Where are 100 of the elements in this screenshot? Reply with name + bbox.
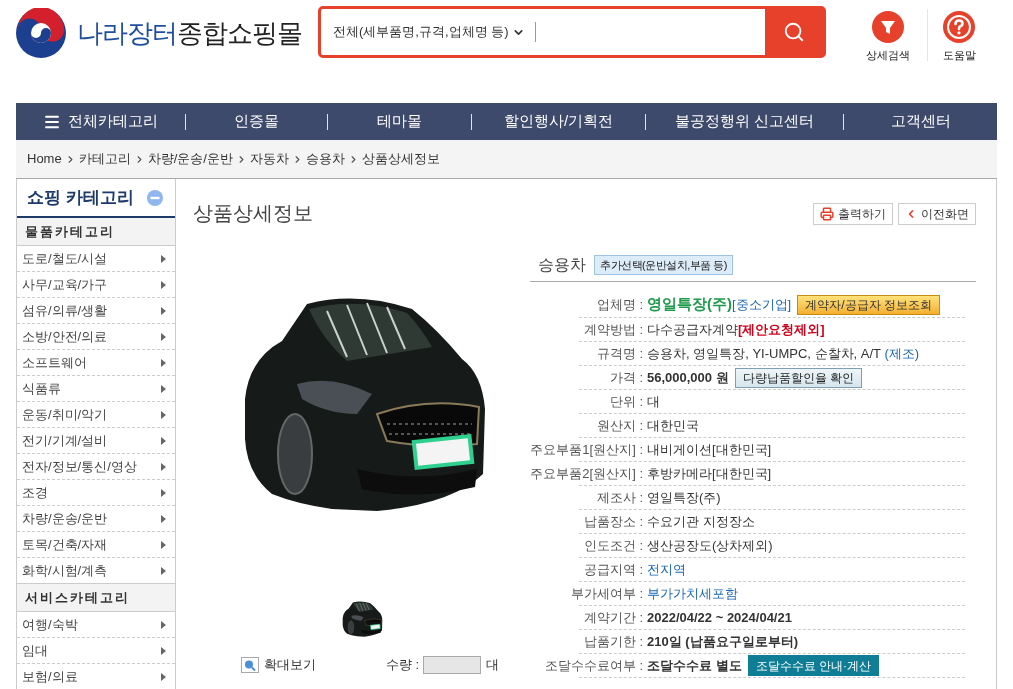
help-icon[interactable] — [943, 11, 975, 43]
triangle-right-icon — [161, 488, 166, 497]
field-label: 규격명 : — [595, 344, 644, 363]
breadcrumb-link[interactable]: 승용차 — [305, 149, 345, 169]
field-value: 전지역 — [647, 560, 686, 579]
breadcrumb-link[interactable]: Home — [27, 149, 62, 169]
triangle-right-icon — [161, 540, 166, 549]
sidebar-item[interactable]: 운동/취미/악기 — [17, 402, 175, 428]
field-button[interactable]: 조달수수료 안내·계산 — [747, 655, 879, 676]
nav-link[interactable]: 테마몰 — [377, 110, 423, 133]
field-value: 승용차, 영일특장, YI-UMPC, 순찰차, A/T (제조) — [647, 344, 920, 363]
field-value: 영일특장(주)[중소기업] — [647, 294, 792, 315]
triangle-right-icon — [161, 646, 166, 655]
field-label: 납품기한 : — [582, 632, 644, 651]
field-label: 주요부품1[원산지] : — [530, 440, 644, 459]
sidebar-item[interactable]: 사무/교육/가구 — [17, 272, 175, 298]
magnifier-icon — [241, 656, 259, 673]
field-label: 주요부품2[원산지] : — [530, 464, 644, 483]
field-value: 210일 (납품요구일로부터) — [647, 632, 798, 651]
triangle-right-icon — [161, 254, 166, 263]
search-scope-dropdown[interactable]: 전체(세부품명,규격,업체명 등) — [321, 9, 525, 55]
breadcrumb-link[interactable]: 상품상세정보 — [361, 149, 440, 169]
triangle-right-icon — [161, 332, 166, 341]
breadcrumb-link[interactable]: 자동차 — [249, 149, 289, 169]
sidebar-item[interactable]: 전자/정보/통신/영상 — [17, 454, 175, 480]
field-label: 인도조건 : — [582, 536, 644, 555]
field-value: 후방카메라[대한민국] — [647, 464, 772, 483]
field-label: 업체명 : — [595, 295, 644, 314]
tool-label[interactable]: 상세검색 — [866, 47, 910, 64]
field-label: 부가세여부 : — [569, 584, 644, 603]
field-label: 공급지역 : — [582, 560, 644, 579]
action-button[interactable]: 이전화면 — [898, 203, 976, 225]
sidebar-item[interactable]: 식품류 — [17, 376, 175, 402]
field-label: 가격 : — [608, 368, 644, 387]
field-label: 계약기간 : — [582, 608, 644, 627]
nav-link[interactable]: 불공정행위 신고센터 — [674, 110, 815, 133]
sidebar-item[interactable]: 보험/의료 — [17, 664, 175, 689]
breadcrumb-link[interactable]: 차량/운송/운반 — [147, 149, 233, 169]
triangle-right-icon — [161, 280, 166, 289]
field-value: 부가가치세포함 — [647, 584, 738, 603]
sidebar-item[interactable]: 임대 — [17, 638, 175, 664]
triangle-right-icon — [161, 410, 166, 419]
sidebar-item[interactable]: 전기/기계/설비 — [17, 428, 175, 454]
field-value: 생산공장도(상차제외) — [647, 536, 773, 555]
page-title: 상품상세정보 — [193, 203, 313, 223]
sidebar-section-header: 물품카테고리 — [17, 218, 175, 246]
printer-icon — [820, 207, 834, 221]
field-value: 56,000,000 원 — [647, 368, 729, 387]
field-label: 계약방법 : — [582, 320, 644, 339]
search-button[interactable] — [765, 9, 823, 55]
nav-link[interactable]: 할인행사/기획전 — [503, 110, 614, 133]
triangle-right-icon — [161, 566, 166, 575]
logo-text: 나라장터종합쇼핑몰 — [77, 20, 302, 46]
sidebar-item[interactable]: 섬유/의류/생활 — [17, 298, 175, 324]
field-button[interactable]: 계약자/공급자 정보조회 — [797, 294, 940, 315]
sidebar-item[interactable]: 소프트웨어 — [17, 350, 175, 376]
zoom-link[interactable]: 확대보기 — [241, 655, 316, 675]
field-label: 제조사 : — [595, 488, 644, 507]
triangle-right-icon — [161, 462, 166, 471]
triangle-right-icon — [161, 514, 166, 523]
field-label: 단위 : — [608, 392, 644, 411]
logo-emblem-icon — [16, 8, 66, 58]
product-name: 승용차 — [538, 255, 586, 275]
triangle-right-icon — [161, 384, 166, 393]
field-label: 원산지 : — [595, 416, 644, 435]
triangle-right-icon — [161, 358, 166, 367]
breadcrumb-link[interactable]: 카테고리 — [78, 149, 131, 169]
field-value: 조달수수료 별도 — [647, 656, 742, 675]
filter-icon[interactable] — [872, 11, 904, 43]
tool-label[interactable]: 도움말 — [942, 47, 976, 64]
field-value: 내비게이션[대한민국] — [647, 440, 772, 459]
nav-link[interactable]: 전체카테고리 — [42, 110, 158, 133]
field-label: 납품장소 : — [582, 512, 644, 531]
nav-link[interactable]: 인증몰 — [234, 110, 280, 133]
action-button[interactable]: 출력하기 — [813, 203, 893, 225]
field-value: 2022/04/22 ~ 2024/04/21 — [647, 608, 792, 627]
triangle-right-icon — [161, 306, 166, 315]
sidebar-item[interactable]: 소방/안전/의료 — [17, 324, 175, 350]
field-value: 대 — [647, 392, 660, 411]
field-value: 수요기관 지정장소 — [647, 512, 755, 531]
quantity-input[interactable] — [423, 655, 482, 674]
nav-link[interactable]: 고객센터 — [890, 110, 951, 133]
sidebar-item[interactable]: 도로/철도/시설 — [17, 246, 175, 272]
field-button[interactable]: 다량납품할인율 확인 — [734, 367, 863, 388]
search-icon — [783, 21, 805, 43]
sidebar-item[interactable]: 여행/숙박 — [17, 612, 175, 638]
triangle-right-icon — [161, 672, 166, 681]
field-label: 조달수수료여부 : — [543, 656, 644, 675]
collapse-icon[interactable] — [147, 189, 163, 206]
field-value: 대한민국 — [647, 416, 699, 435]
sidebar-section-header: 서비스카테고리 — [17, 584, 175, 612]
option-button[interactable]: 추가선택(운반설치,부품 등) — [594, 255, 733, 275]
sidebar-item[interactable]: 조경 — [17, 480, 175, 506]
quantity-unit: 대 — [486, 656, 500, 674]
sidebar-title: 쇼핑 카테고리 — [27, 186, 134, 209]
sidebar-item[interactable]: 차량/운송/운반 — [17, 506, 175, 532]
sidebar-item[interactable]: 토목/건축/자재 — [17, 532, 175, 558]
triangle-right-icon — [161, 436, 166, 445]
field-value: 영일특장(주) — [647, 488, 721, 507]
quantity-label: 수량 : — [386, 656, 420, 674]
